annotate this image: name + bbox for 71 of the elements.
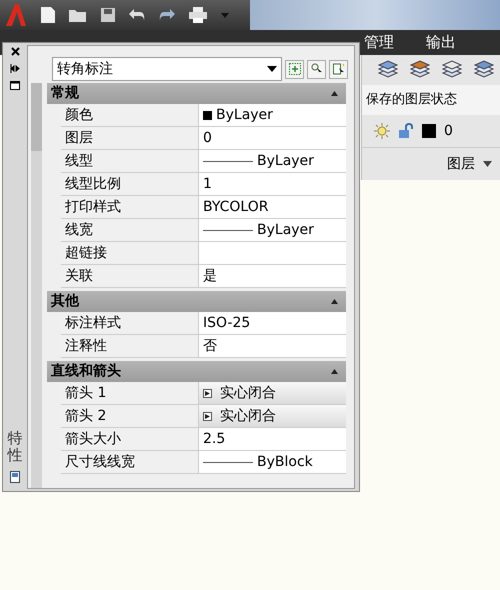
section-title: 直线和箭头 [51, 362, 121, 381]
property-label: 颜色 [65, 106, 93, 124]
property-value: ByLayer [257, 220, 314, 240]
select-objects-button[interactable] [307, 60, 326, 78]
section-header[interactable]: 其他 [47, 291, 346, 312]
property-value: 0 [203, 128, 212, 148]
scrollbar-track[interactable] [31, 83, 42, 488]
logo-icon[interactable] [4, 2, 28, 28]
expand-arrow-icon[interactable] [483, 161, 492, 167]
print-icon[interactable] [188, 6, 208, 24]
panel-title: 图层 [447, 154, 475, 174]
section-header[interactable]: 直线和箭头 [47, 361, 346, 382]
undo-icon[interactable] [128, 8, 146, 22]
collapse-icon[interactable] [331, 91, 338, 96]
section-title: 常规 [51, 84, 79, 103]
ribbon-tab[interactable]: 管理 [360, 31, 398, 54]
section-header[interactable]: 常规 [47, 83, 346, 104]
pickadd-icon [288, 63, 300, 75]
property-value: ByLayer [257, 152, 314, 170]
layer-state-dropdown[interactable]: 保存的图层状态 [362, 85, 500, 115]
save-icon[interactable] [100, 7, 116, 23]
select-objects-icon [310, 63, 322, 75]
folder-icon[interactable] [68, 7, 88, 23]
property-value: 1 [203, 174, 212, 194]
dropdown-arrow-icon [267, 66, 277, 72]
properties-icon[interactable] [10, 471, 20, 483]
palette-title: 特性 [8, 430, 22, 463]
unlocked-padlock-icon[interactable] [398, 123, 414, 139]
arrowhead-icon [203, 412, 212, 420]
property-value: 是 [203, 266, 217, 286]
linetype-sample [203, 160, 253, 162]
property-label: 线型 [65, 152, 93, 170]
quick-select-button[interactable] [329, 60, 348, 78]
pickadd-button[interactable] [285, 60, 304, 78]
property-value: BYCOLOR [203, 198, 268, 216]
collapse-icon[interactable] [331, 299, 338, 304]
property-label: 超链接 [65, 244, 107, 262]
quick-select-icon [332, 63, 344, 75]
property-label: 尺寸线线宽 [65, 452, 135, 472]
property-label: 箭头 1 [65, 384, 106, 402]
property-value: 实心闭合 [220, 384, 276, 402]
close-icon[interactable] [10, 47, 20, 56]
current-layer: 0 [444, 122, 453, 140]
property-label: 线型比例 [65, 174, 121, 194]
section-title: 其他 [51, 292, 79, 311]
property-value: 2.5 [203, 430, 226, 448]
property-value: 否 [203, 336, 217, 356]
property-label: 打印样式 [65, 198, 121, 216]
panel-icon[interactable] [10, 81, 20, 90]
object-type-dropdown[interactable]: 转角标注 [52, 57, 282, 81]
property-value: 实心闭合 [220, 406, 276, 426]
property-label: 箭头 2 [65, 406, 106, 426]
ribbon-tab[interactable]: 输出 [422, 31, 460, 54]
new-file-icon[interactable] [40, 6, 56, 24]
scrollbar-thumb[interactable] [31, 83, 42, 151]
property-label: 线宽 [65, 220, 93, 240]
property-label: 箭头大小 [65, 430, 121, 448]
property-label: 关联 [65, 266, 93, 286]
color-swatch [203, 110, 212, 120]
property-label: 图层 [65, 128, 93, 148]
property-label: 标注样式 [65, 314, 121, 332]
property-label: 注释性 [65, 336, 107, 356]
property-value: ISO-25 [203, 314, 250, 332]
property-value: ByBlock [257, 452, 313, 472]
arrowhead-icon [203, 388, 212, 398]
auto-hide-icon[interactable] [10, 64, 20, 73]
property-value: ByLayer [216, 106, 273, 124]
sun-icon[interactable] [374, 123, 390, 139]
redo-icon[interactable] [158, 8, 176, 22]
layer-color-swatch [422, 124, 436, 138]
collapse-icon[interactable] [331, 369, 338, 374]
